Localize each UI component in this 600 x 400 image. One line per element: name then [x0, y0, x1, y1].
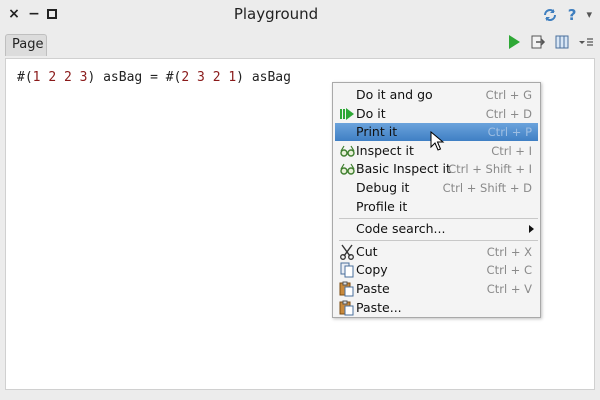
menu-item-profile-it[interactable]: Profile it: [335, 198, 538, 216]
menu-item-shortcut: Ctrl + C: [486, 263, 532, 278]
menu-item-label: Paste: [356, 281, 390, 296]
menu-item-label: Print it: [356, 124, 398, 140]
help-icon[interactable]: ?: [568, 7, 577, 23]
menu-item-label: Do it and go: [356, 87, 433, 102]
bind-variable-icon[interactable]: [530, 34, 546, 50]
menu-item-shortcut: Ctrl + I: [491, 143, 532, 158]
code-token: ) asBag: [236, 70, 291, 85]
play-icon: [339, 106, 355, 122]
menu-item-do-it-and-go[interactable]: Do it and go Ctrl + G: [335, 86, 538, 104]
code-token: ) asBag = #(: [87, 70, 182, 85]
menu-item-shortcut: Ctrl + Shift + I: [448, 162, 532, 177]
paste-icon: [339, 281, 355, 297]
menu-item-label: Cut: [356, 243, 378, 259]
menu-item-debug-it[interactable]: Debug it Ctrl + Shift + D: [335, 179, 538, 197]
play-icon[interactable]: [506, 34, 522, 50]
toolbar: [506, 34, 594, 50]
menu-item-shortcut: Ctrl + P: [487, 125, 532, 140]
number-literal: 2: [48, 70, 57, 85]
tab-page[interactable]: Page: [5, 34, 47, 56]
menu-item-copy[interactable]: Copy Ctrl + C: [335, 261, 538, 279]
menu-item-shortcut: Ctrl + X: [486, 244, 532, 259]
copy-icon: [339, 262, 355, 278]
mouse-cursor-icon: [430, 131, 445, 151]
menu-item-do-it[interactable]: Do it Ctrl + D: [335, 105, 538, 123]
menu-item-shortcut: Ctrl + D: [485, 106, 532, 121]
number-literal: 1: [228, 70, 237, 85]
menu-separator: [339, 217, 538, 219]
menu-item-shortcut: Ctrl + V: [486, 282, 532, 296]
book-icon[interactable]: [554, 34, 570, 50]
menu-item-label: Debug it: [356, 180, 410, 195]
chevron-down-icon[interactable]: ▾: [586, 7, 592, 23]
title-bar: × − Playground ? ▾: [0, 0, 600, 30]
number-literal: 2: [63, 70, 72, 85]
menu-item-code-search[interactable]: Code search...: [335, 220, 538, 238]
menu-item-shortcut: Ctrl + Shift + D: [442, 181, 532, 195]
window-title: Playground: [233, 5, 319, 23]
menu-item-cut[interactable]: Cut Ctrl + X: [335, 243, 538, 261]
menu-item-label: Copy: [356, 262, 388, 278]
code-token: #(: [17, 70, 33, 85]
glasses-icon: [339, 143, 355, 159]
menu-item-basic-inspect-it[interactable]: Basic Inspect it Ctrl + Shift + I: [335, 160, 538, 178]
menu-item-paste[interactable]: Paste Ctrl + V: [335, 280, 538, 298]
menu-item-label: Code search...: [356, 221, 446, 237]
code-text[interactable]: #(1 2 2 3) asBag = #(2 3 2 1) asBag: [17, 70, 291, 85]
number-literal: 3: [197, 70, 205, 85]
menu-item-label: Basic Inspect it: [356, 161, 451, 177]
refresh-icon[interactable]: [542, 7, 558, 23]
menu-separator: [339, 240, 538, 242]
submenu-arrow-icon: [529, 225, 534, 234]
menu-item-shortcut: Ctrl + G: [485, 88, 532, 102]
menu-icon[interactable]: [578, 34, 594, 50]
context-menu: Do it and go Ctrl + G Do it Ctrl + D Print i…: [332, 82, 541, 318]
menu-item-label: Inspect it: [356, 142, 414, 158]
menu-item-paste[interactable]: Paste...: [335, 299, 538, 317]
glasses-icon: [339, 161, 355, 177]
menu-item-label: Paste...: [356, 299, 402, 315]
menu-item-label: Profile it: [356, 198, 408, 214]
menu-item-label: Do it: [356, 105, 386, 121]
paste-icon: [339, 300, 355, 316]
number-literal: 2: [212, 70, 221, 85]
scissors-icon: [339, 244, 355, 260]
